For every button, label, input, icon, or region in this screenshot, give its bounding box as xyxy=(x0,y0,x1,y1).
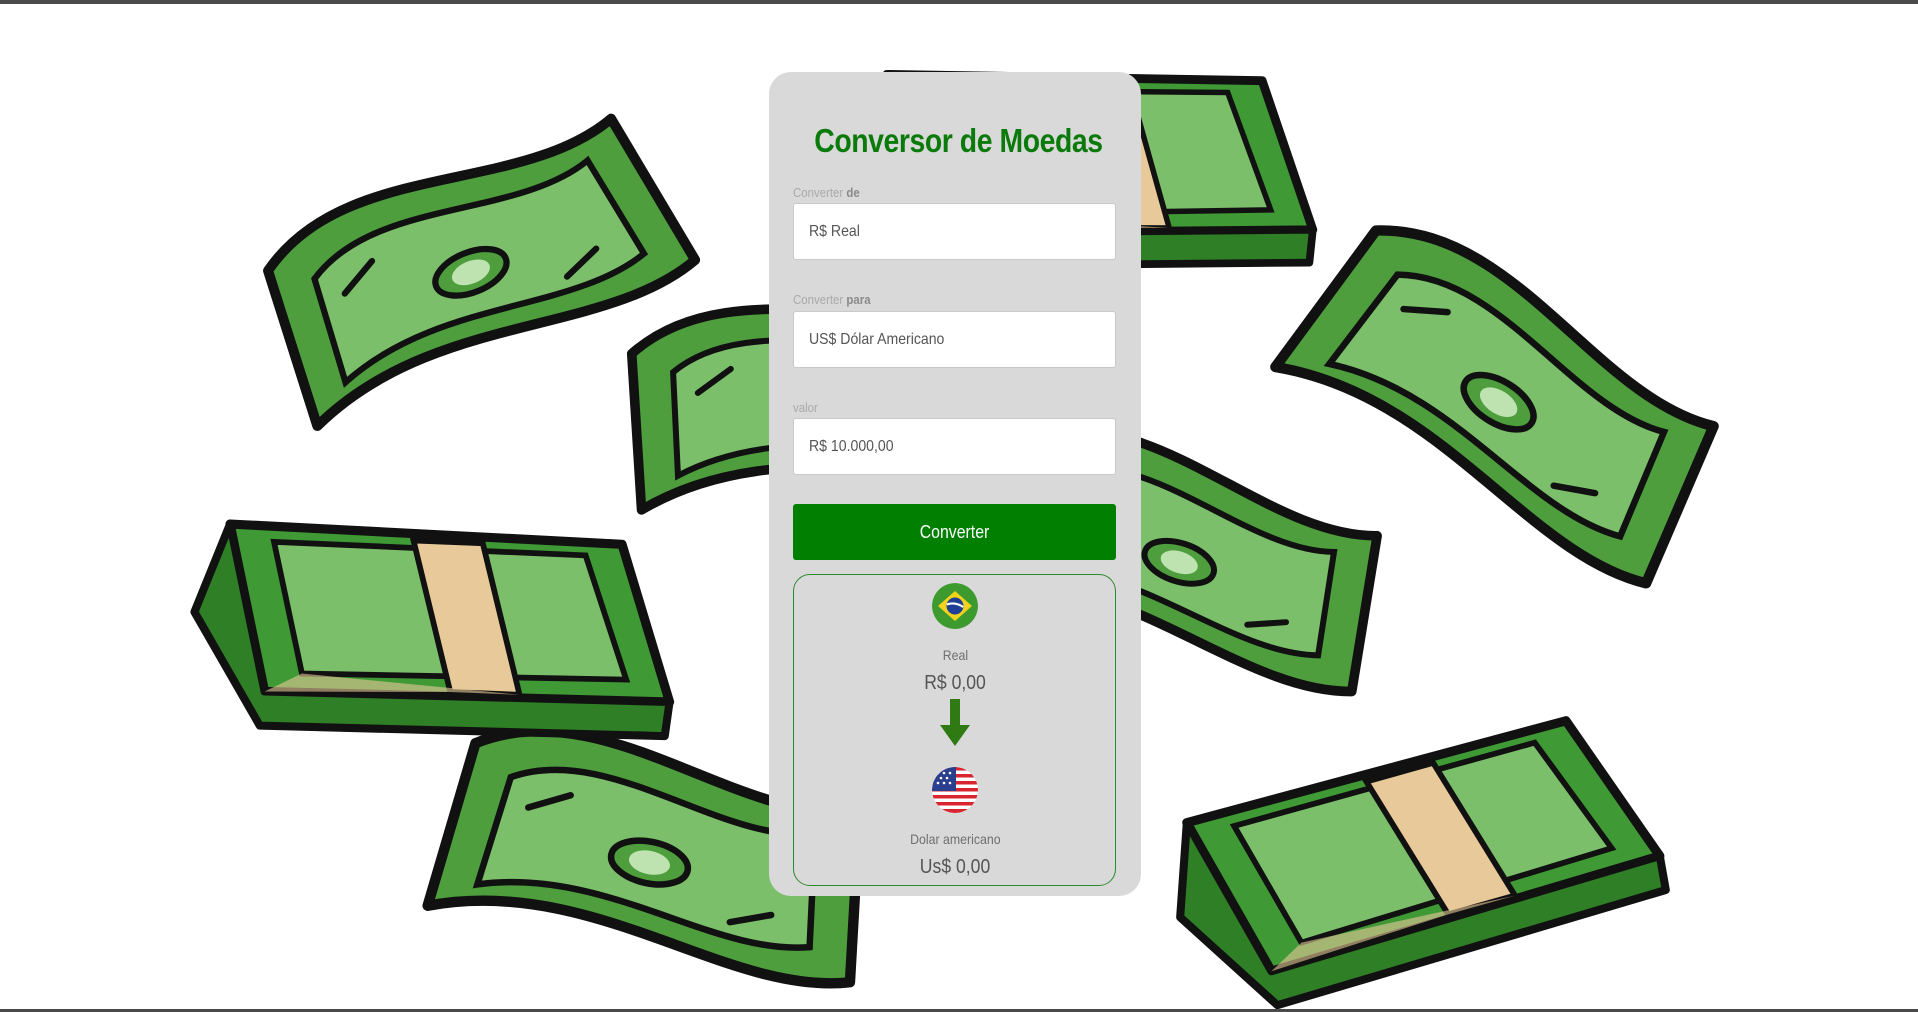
to-label-prefix: Converter xyxy=(793,292,844,307)
from-label: Converter de xyxy=(793,185,860,200)
to-currency-value: US$ Dólar Americano xyxy=(809,330,945,348)
from-currency-select[interactable]: R$ Real xyxy=(793,203,1116,260)
brazil-flag-icon xyxy=(932,583,978,629)
to-label: Converter para xyxy=(793,292,871,307)
source-currency-amount: R$ 0,00 xyxy=(924,672,986,694)
amount-label: valor xyxy=(793,400,818,415)
convert-button[interactable]: Converter xyxy=(793,504,1116,560)
from-label-prefix: Converter xyxy=(793,185,844,200)
target-currency-name: Dolar americano xyxy=(909,831,1001,847)
from-currency-value: R$ Real xyxy=(809,222,860,240)
from-label-strong: de xyxy=(846,185,860,200)
arrow-down-icon xyxy=(940,699,970,746)
source-currency-name: Real xyxy=(942,647,968,663)
to-label-strong: para xyxy=(846,292,871,307)
amount-value: R$ 10.000,00 xyxy=(809,437,894,455)
to-currency-select[interactable]: US$ Dólar Americano xyxy=(793,311,1116,368)
page-title: Conversor de Moedas xyxy=(814,122,1103,159)
app-viewport: Conversor de Moedas Converter de R$ Real… xyxy=(0,0,1918,1012)
amount-input[interactable]: R$ 10.000,00 xyxy=(793,418,1116,475)
target-currency-amount: Us$ 0,00 xyxy=(919,856,991,878)
usa-flag-icon xyxy=(932,767,978,813)
